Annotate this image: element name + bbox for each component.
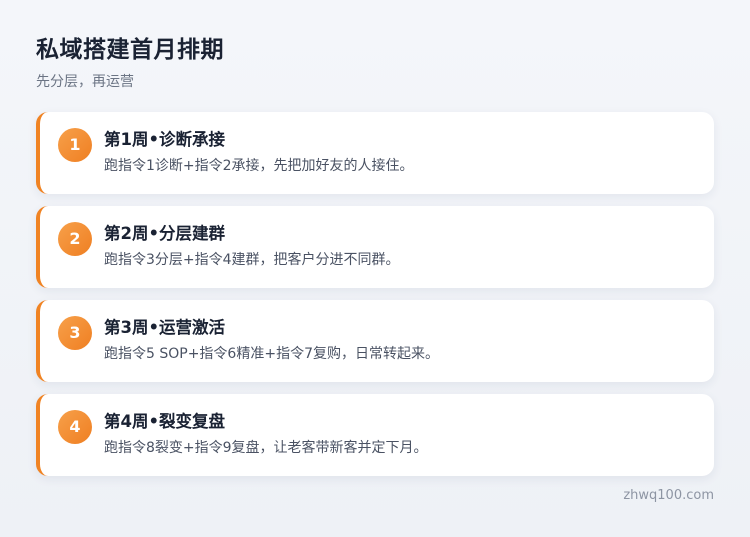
week-description: 跑指令3分层+指令4建群，把客户分进不同群。: [104, 252, 400, 268]
site-watermark: zhwq100.com: [623, 488, 714, 503]
week-title: 第3周•运营激活: [104, 318, 226, 337]
step-number-badge: 4: [58, 410, 92, 444]
step-number-badge: 3: [58, 316, 92, 350]
week-card-4: 4 第4周•裂变复盘 跑指令8裂变+指令9复盘，让老客带新客并定下月。: [36, 394, 714, 476]
week-title: 第4周•裂变复盘: [104, 412, 226, 431]
step-number-badge: 2: [58, 222, 92, 256]
schedule-list: 1 第1周•诊断承接 跑指令1诊断+指令2承接，先把加好友的人接住。 2 第2周…: [36, 112, 714, 488]
week-card-3: 3 第3周•运营激活 跑指令5 SOP+指令6精准+指令7复购，日常转起来。: [36, 300, 714, 382]
week-card-2: 2 第2周•分层建群 跑指令3分层+指令4建群，把客户分进不同群。: [36, 206, 714, 288]
week-title: 第2周•分层建群: [104, 224, 226, 243]
step-number-badge: 1: [58, 128, 92, 162]
page-title: 私域搭建首月排期: [36, 37, 224, 63]
week-description: 跑指令8裂变+指令9复盘，让老客带新客并定下月。: [104, 440, 428, 456]
page-subtitle: 先分层，再运营: [36, 74, 134, 90]
week-description: 跑指令5 SOP+指令6精准+指令7复购，日常转起来。: [104, 346, 439, 362]
week-card-1: 1 第1周•诊断承接 跑指令1诊断+指令2承接，先把加好友的人接住。: [36, 112, 714, 194]
week-description: 跑指令1诊断+指令2承接，先把加好友的人接住。: [104, 158, 414, 174]
week-title: 第1周•诊断承接: [104, 130, 226, 149]
